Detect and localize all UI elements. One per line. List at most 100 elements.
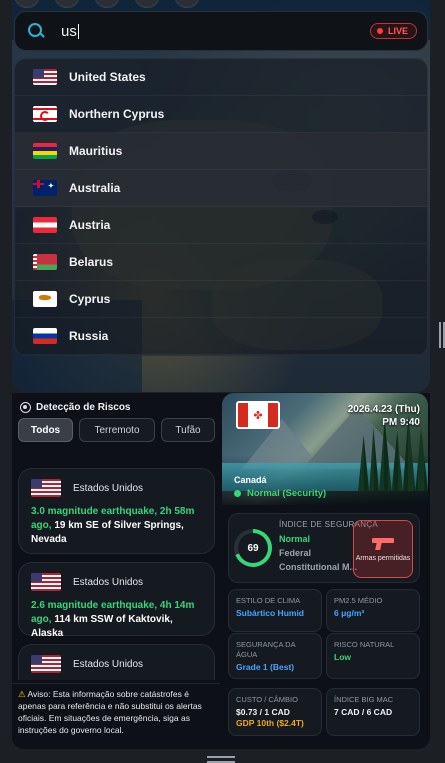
risk-feed-list[interactable]: Estados Unidos 3.0 magnitude earthquake,… xyxy=(12,448,220,680)
stat-value: Low xyxy=(334,652,351,662)
disclaimer-body: Aviso: Esta informação sobre catástrofes… xyxy=(18,689,202,735)
stat-label: SEGURANÇA DA ÁGUA xyxy=(236,640,296,659)
card-header: Estados Unidos xyxy=(31,479,202,497)
result-label: Cyprus xyxy=(69,292,111,306)
toolbar-tab-4[interactable] xyxy=(134,0,160,8)
result-item-mauritius[interactable]: Mauritius xyxy=(15,133,427,170)
cyprus-flag-icon xyxy=(33,291,57,307)
search-input[interactable]: us xyxy=(61,23,370,40)
result-item-cyprus[interactable]: Cyprus xyxy=(15,281,427,318)
warning-icon: ⚠ xyxy=(18,689,26,699)
tab-todos[interactable]: Todos xyxy=(18,418,73,442)
live-dot-icon xyxy=(376,28,383,34)
mauritius-flag-icon xyxy=(33,143,57,159)
result-label: Belarus xyxy=(69,255,114,269)
stat-climate[interactable]: ESTILO DE CLIMA Subártico Humid xyxy=(228,589,322,632)
result-item-austria[interactable]: Austria xyxy=(15,207,427,244)
list-item[interactable]: Estados Unidos 3.0 magnitude earthquake,… xyxy=(18,468,215,554)
result-label: Mauritius xyxy=(69,144,123,158)
belarus-flag-icon xyxy=(33,254,57,270)
result-item-northern-cyprus[interactable]: Northern Cyprus xyxy=(15,96,427,133)
stat-gdp: GDP 10th ($2.4T) xyxy=(236,718,304,728)
result-item-united-states[interactable]: United States xyxy=(15,59,427,96)
arms-permitted-badge[interactable]: Armas permitidas xyxy=(353,520,413,578)
safety-index-card[interactable]: 69 ÍNDICE DE SEGURANÇA Normal Federal Co… xyxy=(228,513,420,583)
stat-value: 7 CAD / 6 CAD xyxy=(334,707,393,717)
card-country: Estados Unidos xyxy=(73,482,144,494)
stat-value: $0.73 / 1 CAD xyxy=(236,707,290,717)
constitution-type: Constitutional M... xyxy=(279,562,357,572)
safety-score-gauge: 69 xyxy=(234,529,272,567)
side-drag-handle[interactable] xyxy=(439,322,445,348)
toolbar-tab-3[interactable] xyxy=(94,0,120,8)
tab-tufao[interactable]: Tufão xyxy=(161,418,215,442)
stat-label: CUSTO / CÂMBIO xyxy=(236,695,298,704)
stat-natural-risk[interactable]: RISCO NATURAL Low xyxy=(326,633,420,679)
card-body: 3.0 magnitude earthquake, 2h 58m ago, 19… xyxy=(31,505,202,547)
safety-level: Normal xyxy=(279,534,311,544)
disclaimer-text: ⚠ Aviso: Esta informação sobre catástrof… xyxy=(12,683,220,736)
stat-big-mac[interactable]: ÍNDICE BIG MAC 7 CAD / 6 CAD xyxy=(326,688,420,736)
card-country: Estados Unidos xyxy=(73,658,144,670)
us-flag-icon xyxy=(31,479,61,497)
result-label: Austria xyxy=(69,218,111,232)
arms-label: Armas permitidas xyxy=(355,554,411,562)
country-hero-image: 2026.4.23 (Thu) PM 9:40 Canadá Normal (S… xyxy=(222,393,428,505)
top-toolbar xyxy=(14,0,200,8)
stat-value: 6 μg/m³ xyxy=(334,608,365,618)
card-header: Estados Unidos xyxy=(31,573,202,591)
card-body: 2.6 magnitude earthquake, 4h 14m ago, 11… xyxy=(31,599,202,641)
stat-cost-exchange[interactable]: CUSTO / CÂMBIO $0.73 / 1 CAD GDP 10th ($… xyxy=(228,688,322,736)
tab-terremoto[interactable]: Terremoto xyxy=(79,418,155,442)
gun-icon xyxy=(372,536,394,550)
local-datetime: 2026.4.23 (Thu) PM 9:40 xyxy=(348,403,420,429)
us-flag-icon xyxy=(33,69,57,85)
government-type: Federal xyxy=(279,548,312,558)
local-date: 2026.4.23 (Thu) xyxy=(347,404,420,415)
result-item-russia[interactable]: Russia xyxy=(15,318,427,355)
result-item-belarus[interactable]: Belarus xyxy=(15,244,427,281)
risk-panel-title: Detecção de Riscos xyxy=(20,402,131,413)
search-bar[interactable]: us LIVE xyxy=(14,11,428,51)
result-label: Russia xyxy=(69,329,109,343)
country-name: Canadá xyxy=(234,475,267,485)
list-item[interactable]: Estados Unidos xyxy=(18,644,215,680)
live-badge: LIVE xyxy=(369,23,417,39)
search-icon xyxy=(25,20,47,42)
stat-water-safety[interactable]: SEGURANÇA DA ÁGUA Grade 1 (Best) xyxy=(228,633,322,679)
us-flag-icon xyxy=(31,573,61,591)
result-label: Australia xyxy=(69,181,121,195)
stat-label: RISCO NATURAL xyxy=(334,640,395,649)
result-label: Northern Cyprus xyxy=(69,107,165,121)
risk-panel-title-text: Detecção de Riscos xyxy=(36,402,131,413)
radar-icon xyxy=(20,402,31,413)
stat-value: Subártico Humid xyxy=(236,608,305,618)
safety-score: 69 xyxy=(238,533,268,563)
us-flag-icon xyxy=(31,655,61,673)
search-input-value: us xyxy=(61,22,77,40)
stat-value: Grade 1 (Best) xyxy=(236,662,295,672)
stat-pm25[interactable]: PM2.5 MÉDIO 6 μg/m³ xyxy=(326,589,420,632)
result-item-australia[interactable]: Australia xyxy=(15,170,427,207)
local-time: PM 9:40 xyxy=(382,417,420,428)
country-info-panel: 2026.4.23 (Thu) PM 9:40 Canadá Normal (S… xyxy=(222,393,430,749)
security-status-text: Normal (Security) xyxy=(247,488,327,499)
bottom-drag-handle[interactable] xyxy=(207,756,235,763)
bottom-panel: Detecção de Riscos Todos Terremoto Tufão… xyxy=(12,393,430,749)
result-label: United States xyxy=(69,70,146,84)
toolbar-tab-5[interactable] xyxy=(174,0,200,8)
stat-label: PM2.5 MÉDIO xyxy=(334,596,383,605)
toolbar-tab-2[interactable] xyxy=(54,0,80,8)
app-root: us LIVE United States Northern Cyprus Ma… xyxy=(0,0,445,763)
security-status: Normal (Security) xyxy=(234,488,326,499)
list-item[interactable]: Estados Unidos 2.6 magnitude earthquake,… xyxy=(18,562,215,639)
russia-flag-icon xyxy=(33,328,57,344)
card-header: Estados Unidos xyxy=(31,655,202,673)
search-results-dropdown: United States Northern Cyprus Mauritius … xyxy=(14,58,428,356)
northern-cyprus-flag-icon xyxy=(33,106,57,122)
toolbar-tab-1[interactable] xyxy=(14,0,40,8)
card-country: Estados Unidos xyxy=(73,576,144,588)
risk-detection-panel: Detecção de Riscos Todos Terremoto Tufão… xyxy=(12,393,220,749)
card-detail: 19 km SE of Silver Springs, Nevada xyxy=(31,520,184,545)
stat-label: ÍNDICE BIG MAC xyxy=(334,695,394,704)
